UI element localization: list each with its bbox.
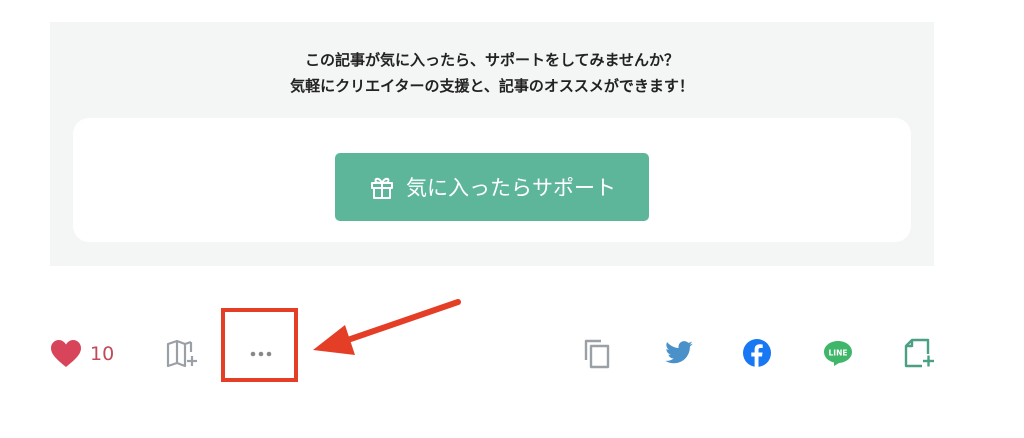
line-share-button[interactable]: LINE bbox=[822, 338, 854, 368]
note-add-button[interactable] bbox=[902, 336, 936, 370]
magazine-add-icon bbox=[166, 339, 197, 368]
like-button[interactable]: 10 bbox=[50, 338, 114, 370]
copy-link-button[interactable] bbox=[580, 336, 614, 370]
facebook-icon bbox=[743, 339, 771, 367]
support-message-line-1: この記事が気に入ったら、サポートをしてみませんか？ bbox=[304, 51, 680, 69]
svg-text:LINE: LINE bbox=[829, 349, 848, 358]
twitter-share-button[interactable] bbox=[664, 338, 694, 368]
heart-icon bbox=[51, 340, 81, 367]
support-card: 気に入ったらサポート bbox=[73, 118, 911, 242]
annotation-arrow-icon bbox=[313, 299, 461, 355]
facebook-share-button[interactable] bbox=[742, 338, 772, 368]
annotation-highlight-box bbox=[221, 308, 298, 382]
like-count: 10 bbox=[90, 343, 115, 365]
gift-icon bbox=[371, 177, 393, 199]
action-bar: 10 LINE bbox=[0, 326, 1024, 382]
support-button-label: 気に入ったらサポート bbox=[406, 176, 616, 200]
copy-link-icon bbox=[584, 339, 610, 369]
support-button[interactable]: 気に入ったらサポート bbox=[335, 153, 649, 221]
support-message-line-2: 気軽にクリエイターの支援と、記事のオススメができます！ bbox=[290, 77, 694, 95]
line-icon: LINE bbox=[824, 341, 852, 366]
support-message: この記事が気に入ったら、サポートをしてみませんか？ 気軽にクリエイターの支援と、… bbox=[50, 47, 934, 99]
note-add-icon bbox=[904, 338, 934, 368]
twitter-icon bbox=[665, 341, 693, 364]
support-section: この記事が気に入ったら、サポートをしてみませんか？ 気軽にクリエイターの支援と、… bbox=[50, 22, 934, 266]
magazine-add-button[interactable] bbox=[165, 338, 201, 370]
